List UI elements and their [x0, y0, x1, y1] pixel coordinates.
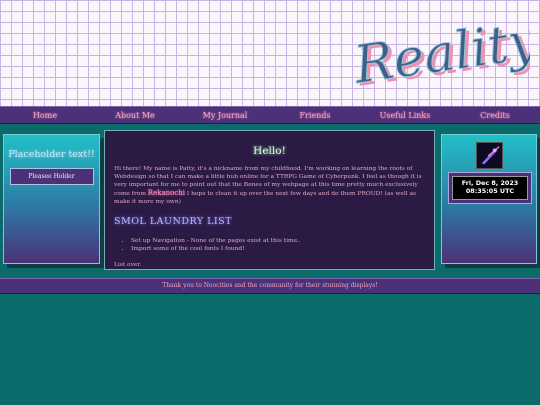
laundry-list-heading: SMOL LAUNDRY LIST	[114, 216, 233, 227]
main-content: Hello! Hi there! My name is Patty, it's …	[104, 130, 435, 270]
list-item: Set up Navigation - None of the pages ex…	[131, 237, 425, 245]
intro-paragraph: Hi there! My name is Patty, it's a nickn…	[114, 166, 422, 205]
clock-display: Fri, Dec 8, 2023 08:35:05 UTC	[452, 176, 528, 200]
right-sidebar: Fri, Dec 8, 2023 08:35:05 UTC	[441, 134, 537, 264]
list-closing-text: List over.	[114, 262, 142, 268]
list-item: Import some of the cool fonts I found!	[131, 245, 425, 253]
nav-useful-links[interactable]: Useful Links	[360, 111, 450, 120]
clock-frame: Fri, Dec 8, 2023 08:35:05 UTC	[448, 172, 532, 204]
header-banner: Reality Reality	[0, 0, 540, 106]
placeholder-button[interactable]: Pleasee Holder	[9, 168, 94, 185]
avatar	[476, 142, 503, 169]
nav-home[interactable]: Home	[0, 111, 90, 120]
svg-text:Reality: Reality	[352, 12, 530, 96]
nav-credits[interactable]: Credits	[450, 111, 540, 120]
nav-my-journal[interactable]: My Journal	[180, 111, 270, 120]
clock-date: Fri, Dec 8, 2023	[461, 179, 519, 187]
nav-friends[interactable]: Friends	[270, 111, 360, 120]
main-nav: Home About Me My Journal Friends Useful …	[0, 106, 540, 124]
left-sidebar: Placeholder text!! Pleasee Holder	[3, 134, 100, 264]
rekanochi-link[interactable]: Rekanochi	[148, 189, 185, 197]
sidebar-title: Placeholder text!!	[8, 149, 95, 160]
laundry-list: Set up Navigation - None of the pages ex…	[114, 237, 425, 253]
nav-about-me[interactable]: About Me	[90, 111, 180, 120]
page-title: Hello!	[253, 145, 286, 157]
reality-logo: Reality Reality	[349, 10, 540, 104]
clock-time: 08:35:05 UTC	[465, 187, 515, 195]
footer: Thank you to Neocities and the community…	[0, 278, 540, 294]
